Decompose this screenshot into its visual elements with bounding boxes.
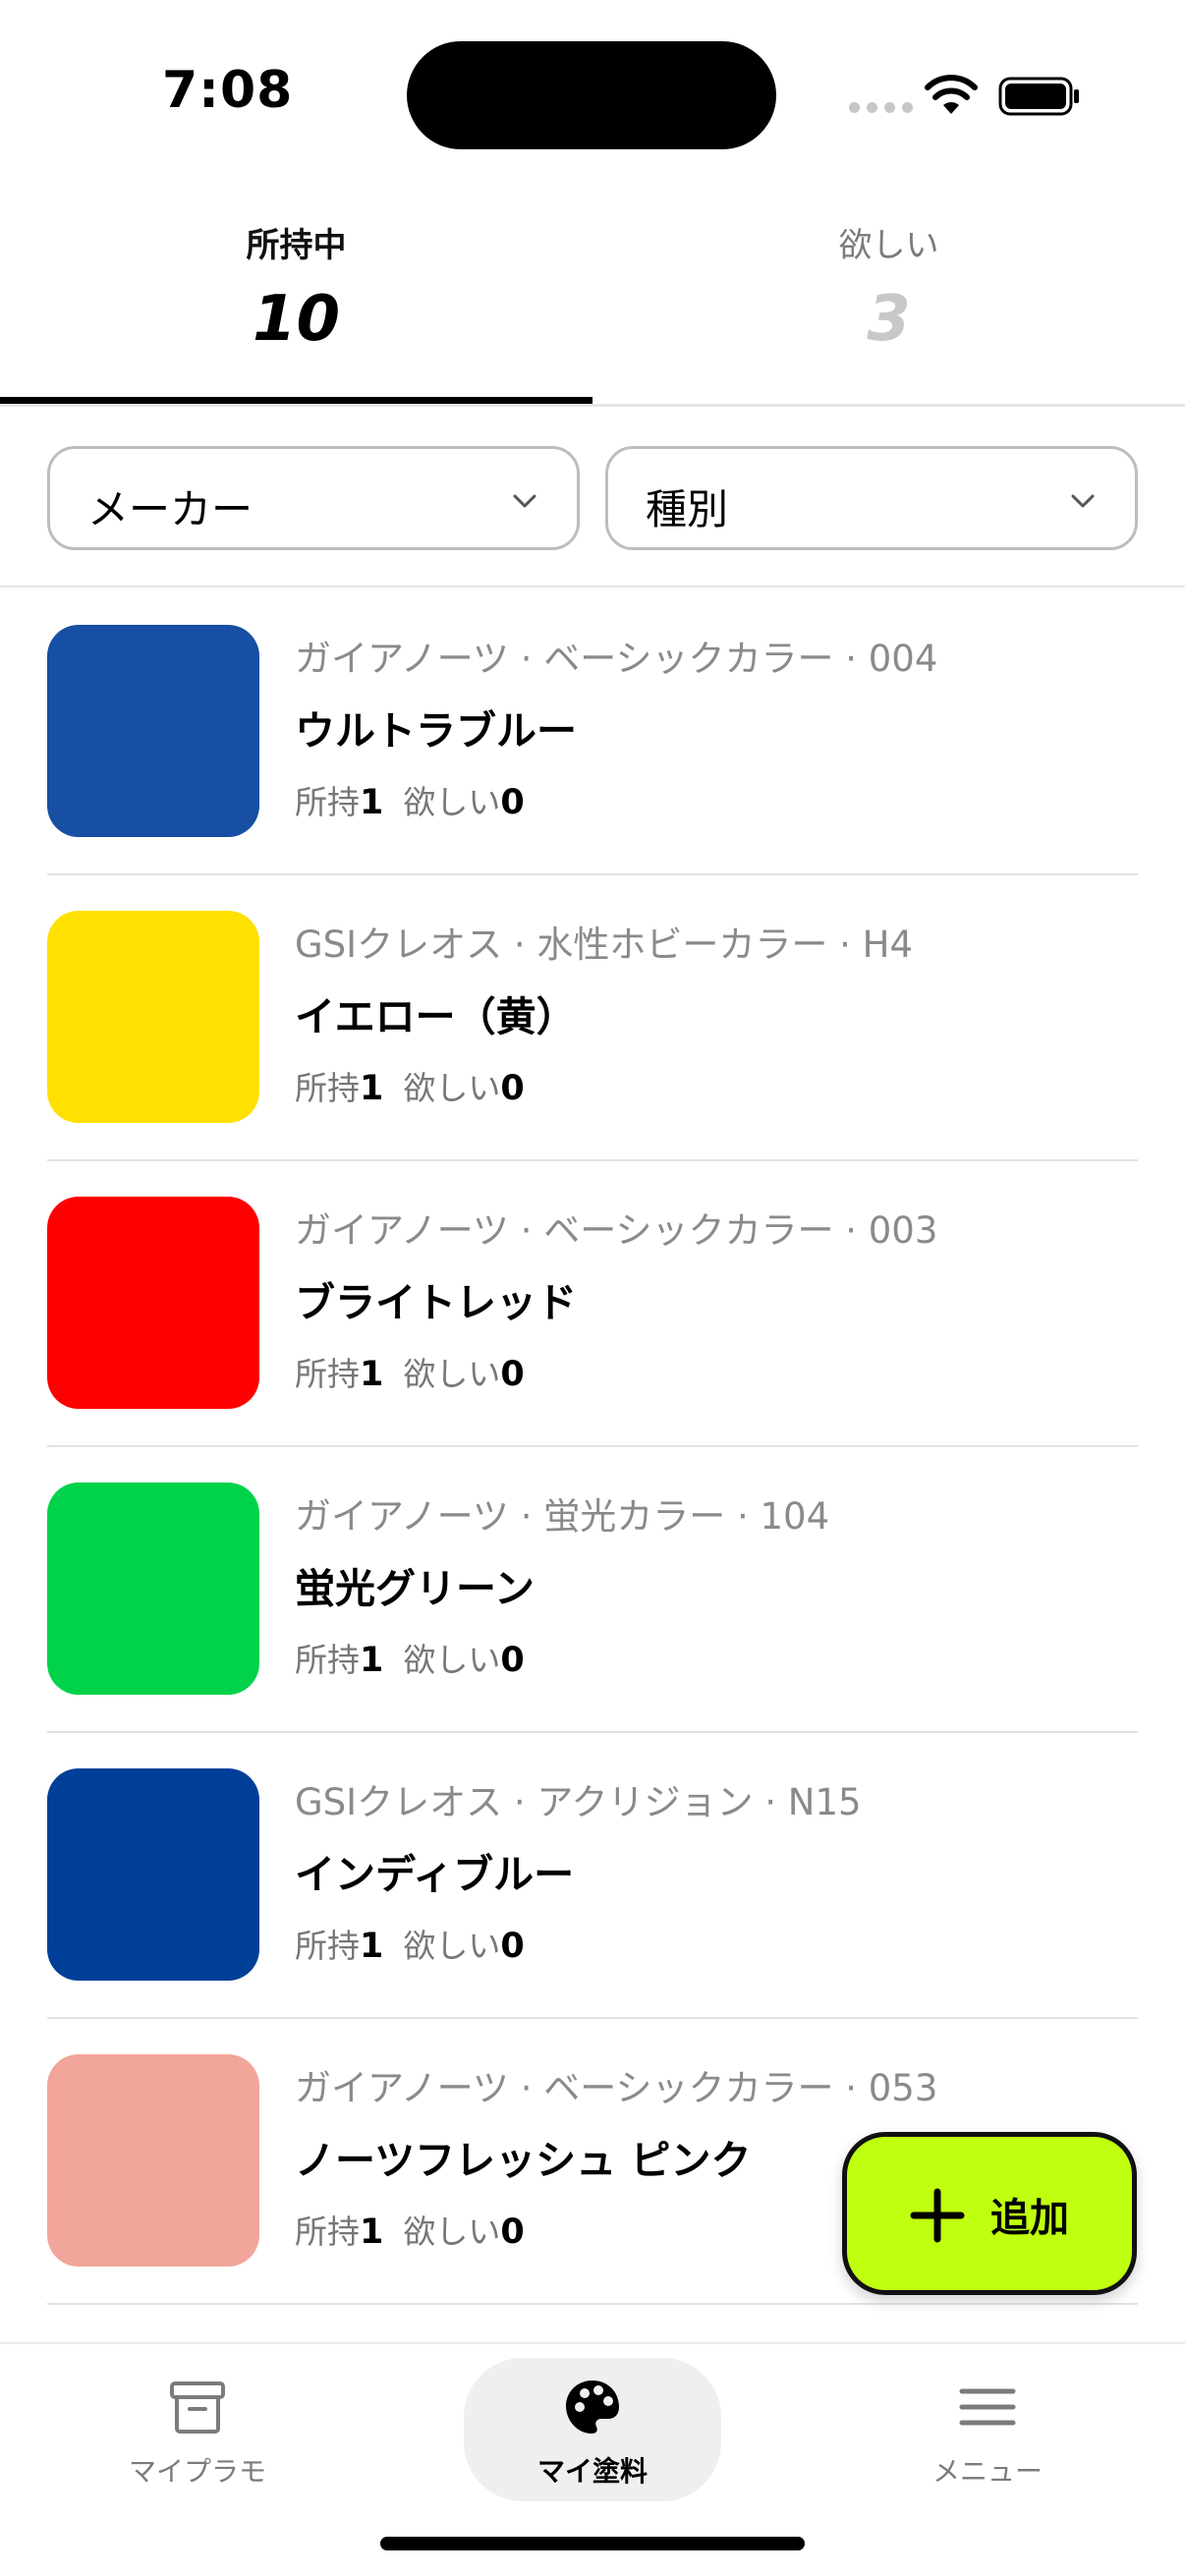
chevron-down-icon (1071, 494, 1095, 508)
paint-color-swatch (47, 911, 259, 1123)
wanted-label: 欲しい (403, 783, 501, 821)
status-time: 7:08 (162, 61, 294, 120)
paint-list-item[interactable] (47, 2305, 1138, 2338)
wanted-count: 0 (500, 2212, 525, 2252)
nav-my-paint[interactable]: マイ塗料 (395, 2344, 790, 2501)
paint-maker-series-code: ガイアノーツ · 蛍光カラー · 104 (295, 1495, 830, 1538)
wifi-icon (925, 75, 978, 114)
owned-count: 1 (360, 2212, 384, 2252)
paint-list-item[interactable]: ガイアノーツ · ベーシックカラー · 004 ウルトラブルー 所持1 欲しい0 (47, 589, 1138, 875)
hamburger-menu-icon (959, 2388, 1016, 2426)
nav-menu[interactable]: メニュー (790, 2344, 1185, 2501)
dynamic-island (407, 41, 776, 149)
wanted-label: 欲しい (403, 2212, 501, 2251)
owned-label: 所持 (295, 1641, 360, 1679)
paint-color-swatch (47, 1483, 259, 1695)
maker-filter-select[interactable]: メーカー (47, 446, 580, 550)
add-paint-button[interactable]: 追加 (842, 2132, 1137, 2295)
tab-wanted-count: 3 (867, 283, 911, 356)
paint-color-swatch (47, 2054, 259, 2267)
paint-counts: 所持1 欲しい0 (295, 1920, 525, 1967)
wanted-count: 0 (500, 783, 525, 822)
add-button-label: 追加 (990, 2196, 1069, 2241)
palette-icon (566, 2380, 619, 2434)
tab-wanted-label: 欲しい (838, 226, 939, 265)
paint-counts: 所持1 欲しい0 (295, 1348, 525, 1395)
cellular-signal-icon (849, 102, 913, 113)
wanted-count: 0 (500, 1355, 525, 1394)
status-bar: 7:08 (0, 0, 1185, 187)
paint-counts: 所持1 欲しい0 (295, 2206, 525, 2253)
paint-maker-series-code: ガイアノーツ · ベーシックカラー · 003 (295, 1209, 938, 1252)
paint-name: ノーツフレッシュ ピンク (295, 2137, 752, 2184)
paint-list-item[interactable]: GSIクレオス · アクリジョン · N15 インディブルー 所持1 欲しい0 (47, 1733, 1138, 2019)
paint-name: イエロー（黄） (295, 993, 577, 1040)
owned-label: 所持 (295, 1355, 360, 1393)
paint-counts: 所持1 欲しい0 (295, 776, 525, 823)
nav-my-plamo-label: マイプラモ (128, 2455, 266, 2488)
filter-bar: メーカー 種別 (0, 407, 1185, 588)
paint-list-item[interactable]: GSIクレオス · 水性ホビーカラー · H4 イエロー（黄） 所持1 欲しい0 (47, 875, 1138, 1161)
chevron-down-icon (513, 494, 536, 508)
plus-icon (910, 2188, 965, 2243)
tab-wanted[interactable]: 欲しい 3 (592, 196, 1185, 404)
paint-list-item[interactable]: ガイアノーツ · 蛍光カラー · 104 蛍光グリーン 所持1 欲しい0 (47, 1447, 1138, 1733)
paint-maker-series-code: GSIクレオス · 水性ホビーカラー · H4 (295, 924, 913, 966)
ownership-tabs: 所持中 10 欲しい 3 (0, 196, 1185, 407)
paint-name: ウルトラブルー (295, 707, 577, 755)
home-indicator (380, 2537, 805, 2550)
nav-my-paint-label: マイ塗料 (536, 2455, 648, 2488)
wanted-label: 欲しい (403, 1069, 501, 1107)
paint-color-swatch (47, 625, 259, 837)
owned-count: 1 (360, 783, 384, 822)
owned-count: 1 (360, 1641, 384, 1680)
nav-menu-label: メニュー (931, 2455, 1043, 2488)
paint-maker-series-code: ガイアノーツ · ベーシックカラー · 004 (295, 638, 938, 680)
paint-color-swatch (47, 1197, 259, 1409)
active-tab-indicator (0, 397, 592, 404)
wanted-label: 欲しい (403, 1355, 501, 1393)
paint-name: インディブルー (295, 1851, 575, 1898)
owned-count: 1 (360, 1927, 384, 1966)
paint-counts: 所持1 欲しい0 (295, 1634, 525, 1681)
archive-box-icon (170, 2381, 225, 2434)
paint-name: ブライトレッド (295, 1279, 577, 1326)
paint-name: 蛍光グリーン (295, 1565, 535, 1612)
owned-label: 所持 (295, 783, 360, 821)
owned-count: 1 (360, 1069, 384, 1108)
paint-list-item[interactable]: ガイアノーツ · ベーシックカラー · 003 ブライトレッド 所持1 欲しい0 (47, 1161, 1138, 1447)
wanted-count: 0 (500, 1641, 525, 1680)
wanted-label: 欲しい (403, 1641, 501, 1679)
tab-owned[interactable]: 所持中 10 (0, 196, 592, 404)
owned-label: 所持 (295, 1927, 360, 1965)
nav-my-plamo[interactable]: マイプラモ (0, 2344, 395, 2501)
paint-color-swatch (47, 1768, 259, 1981)
my-paints-screen: 7:08 所持中 10 欲しい 3 メーカー 種別 ガイアノーツ · ベーシック… (0, 0, 1185, 2576)
paint-maker-series-code: GSIクレオス · アクリジョン · N15 (295, 1781, 862, 1823)
kind-filter-select[interactable]: 種別 (605, 446, 1138, 550)
owned-label: 所持 (295, 2212, 360, 2251)
battery-icon (998, 77, 1079, 116)
wanted-count: 0 (500, 1069, 525, 1108)
owned-label: 所持 (295, 1069, 360, 1107)
tab-owned-label: 所持中 (246, 226, 347, 265)
maker-filter-label: メーカー (87, 485, 254, 533)
paint-maker-series-code: ガイアノーツ · ベーシックカラー · 053 (295, 2067, 938, 2109)
paint-counts: 所持1 欲しい0 (295, 1062, 525, 1109)
owned-count: 1 (360, 1355, 384, 1394)
wanted-count: 0 (500, 1927, 525, 1966)
kind-filter-label: 種別 (646, 485, 729, 533)
wanted-label: 欲しい (403, 1927, 501, 1965)
paint-list[interactable]: ガイアノーツ · ベーシックカラー · 004 ウルトラブルー 所持1 欲しい0 … (0, 589, 1185, 2338)
tab-owned-count: 10 (252, 283, 341, 356)
